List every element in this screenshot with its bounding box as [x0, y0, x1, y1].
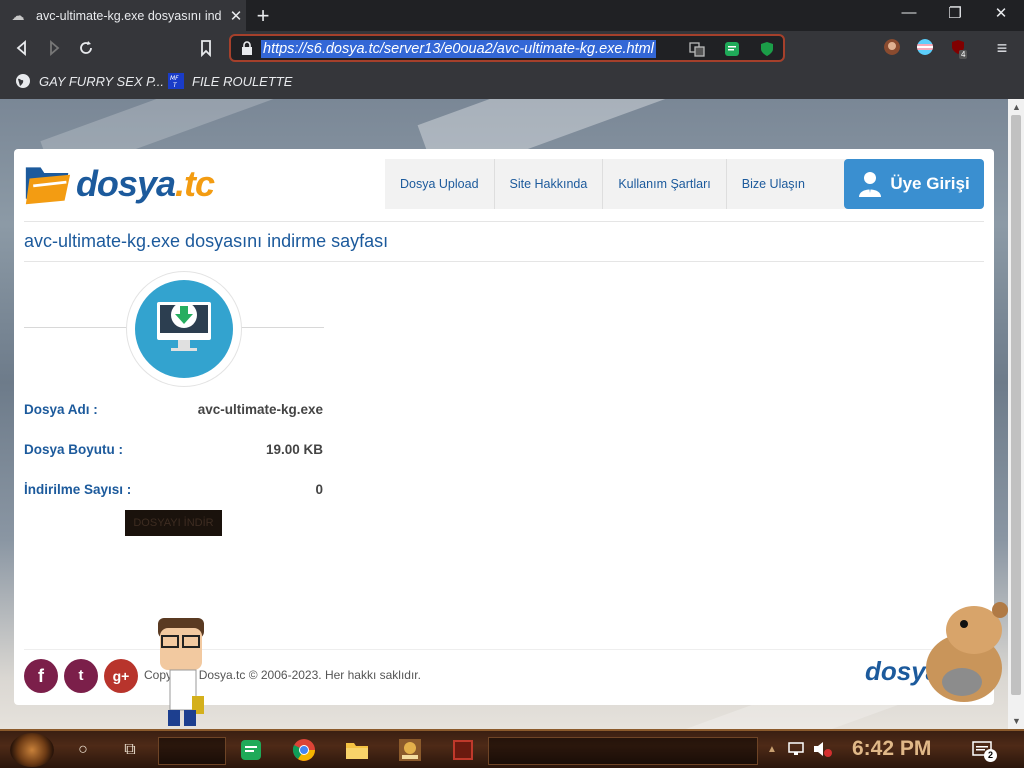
- site-logo[interactable]: dosya.tc: [24, 159, 215, 209]
- reload-button[interactable]: [75, 37, 97, 59]
- download-emblem: [126, 271, 242, 387]
- translate-icon[interactable]: [689, 41, 705, 57]
- user-icon: [859, 172, 882, 197]
- bookmark-item[interactable]: MF T FILE ROULETTE: [168, 73, 292, 89]
- divider: [24, 261, 984, 262]
- folder-icon[interactable]: [344, 737, 370, 763]
- twitter-icon[interactable]: t: [64, 659, 98, 693]
- start-button[interactable]: [10, 733, 54, 767]
- download-count-label: İndirilme Sayısı :: [24, 482, 132, 497]
- globe-icon: [16, 74, 30, 88]
- mft-icon: MFT: [168, 73, 184, 89]
- menu-item-about[interactable]: Site Hakkında: [494, 159, 604, 209]
- volume-muted-icon[interactable]: [812, 741, 832, 757]
- tab-close-icon[interactable]: ✕: [228, 7, 244, 25]
- login-button[interactable]: Üye Girişi: [844, 159, 984, 209]
- forward-button[interactable]: [43, 37, 65, 59]
- hamster-sticker: [926, 602, 1008, 702]
- address-bar[interactable]: https://s6.dosya.tc/server13/e0oua2/avc-…: [229, 34, 785, 62]
- scroll-up-icon[interactable]: ▲: [1012, 102, 1021, 112]
- download-button[interactable]: DOSYAYI İNDİR: [125, 510, 222, 536]
- main-menu: Dosya Upload Site Hakkında Kullanım Şart…: [385, 159, 851, 209]
- browser-toolbar: https://s6.dosya.tc/server13/e0oua2/avc-…: [0, 31, 1024, 65]
- cartoon-man-sticker: [158, 618, 204, 726]
- url-text[interactable]: https://s6.dosya.tc/server13/e0oua2/avc-…: [261, 40, 656, 58]
- notes-icon[interactable]: [238, 737, 264, 763]
- menu-item-terms[interactable]: Kullanım Şartları: [603, 159, 727, 209]
- task-view-icon[interactable]: ⧉: [117, 737, 143, 763]
- facebook-icon[interactable]: f: [24, 659, 58, 693]
- bookmark-icon[interactable]: [195, 37, 217, 59]
- shield-extension-icon[interactable]: [759, 41, 775, 57]
- chrome-icon[interactable]: [291, 737, 317, 763]
- download-count-value: 0: [315, 482, 323, 497]
- login-label: Üye Girişi: [890, 174, 970, 193]
- folder-logo-icon: [25, 167, 71, 205]
- file-size-label: Dosya Boyutu :: [24, 442, 124, 457]
- game-icon[interactable]: [397, 737, 423, 763]
- taskbar-clock[interactable]: 6:42 PM: [852, 737, 931, 761]
- close-window-button[interactable]: ✕: [990, 4, 1012, 22]
- browser-tab[interactable]: ☁ avc-ultimate-kg.exe dosyasını indirme …: [0, 0, 246, 31]
- bookmark-label: FILE ROULETTE: [192, 73, 293, 89]
- menu-item-contact[interactable]: Bize Ulaşın: [726, 159, 851, 209]
- bookmark-item[interactable]: GAY FURRY SEX P...: [15, 73, 164, 89]
- notes-extension-icon[interactable]: [724, 41, 740, 57]
- taskbar: ○ ⧉ ▲ 6:42 PM 2: [0, 729, 1024, 768]
- divider: [24, 221, 984, 222]
- media-icon[interactable]: [450, 737, 476, 763]
- lock-icon: [242, 41, 252, 55]
- bookmark-label: GAY FURRY SEX P...: [39, 73, 164, 89]
- minimize-button[interactable]: —: [898, 4, 920, 21]
- monitor-download-icon: [157, 302, 211, 351]
- notification-count-badge: 2: [984, 749, 997, 762]
- bookmarks-bar: GAY FURRY SEX P... MF T FILE ROULETTE: [0, 65, 1024, 99]
- menu-icon[interactable]: ≡: [991, 37, 1013, 59]
- tray-arrow-icon[interactable]: ▲: [767, 744, 777, 755]
- taskbar-slot: [158, 737, 226, 765]
- google-plus-icon[interactable]: g+: [104, 659, 138, 693]
- scroll-down-icon[interactable]: ▼: [1012, 716, 1021, 726]
- cortana-icon[interactable]: ○: [70, 737, 96, 763]
- file-name-label: Dosya Adı :: [24, 402, 98, 417]
- svg-text:MF: MF: [170, 75, 179, 82]
- file-name-value: avc-ultimate-kg.exe: [197, 402, 323, 417]
- file-size-value: 19.00 KB: [265, 442, 323, 457]
- back-button[interactable]: [11, 37, 33, 59]
- logo-text: dosya.tc: [75, 163, 215, 204]
- network-icon[interactable]: [788, 741, 806, 757]
- tab-title: avc-ultimate-kg.exe dosyasını indirme sa…: [36, 8, 222, 23]
- page-title: avc-ultimate-kg.exe dosyasını indirme sa…: [24, 231, 389, 251]
- flag-extension-icon[interactable]: [917, 39, 933, 55]
- maximize-button[interactable]: ❐: [944, 4, 966, 22]
- menu-item-upload[interactable]: Dosya Upload: [385, 159, 495, 209]
- site-favicon-icon: ☁: [11, 7, 25, 23]
- new-tab-button[interactable]: +: [252, 3, 274, 29]
- tab-strip: ☁ avc-ultimate-kg.exe dosyasını indirme …: [0, 0, 1024, 31]
- extension-badge: 4: [959, 50, 968, 59]
- taskbar-slot: [488, 737, 758, 765]
- page-viewport: dosya.tc Dosya Upload Site Hakkında Kull…: [0, 99, 1008, 729]
- avatar-extension-icon[interactable]: [884, 39, 900, 55]
